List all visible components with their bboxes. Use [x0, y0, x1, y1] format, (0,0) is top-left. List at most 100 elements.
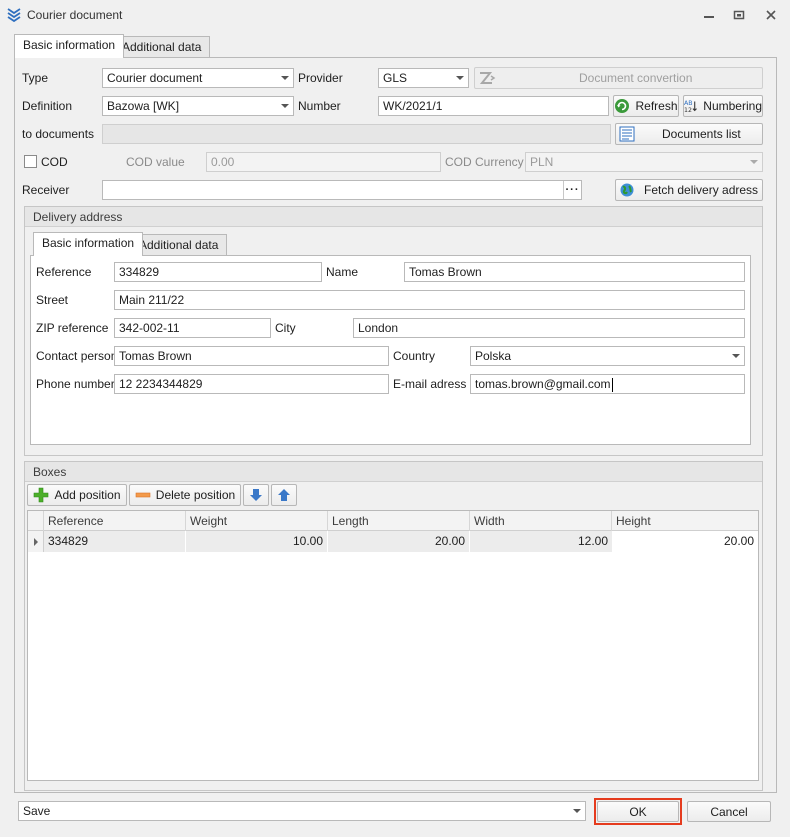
type-label: Type [22, 71, 49, 85]
cell-weight[interactable]: 10.00 [186, 531, 328, 552]
action-value: Save [23, 804, 51, 818]
name-label: Name [326, 265, 359, 279]
svg-text:AB: AB [684, 100, 693, 107]
street-label: Street [36, 293, 69, 307]
plus-icon [34, 487, 49, 503]
tab-additional-data[interactable]: Additional data [113, 36, 211, 58]
numbering-label: Numbering [703, 99, 762, 113]
boxes-title: Boxes [25, 462, 762, 482]
add-position-button[interactable]: Add position [27, 484, 127, 506]
chevron-down-icon[interactable] [277, 97, 293, 115]
close-icon[interactable] [764, 9, 778, 21]
arrow-down-icon [250, 489, 262, 501]
receiver-field[interactable] [102, 180, 582, 200]
cod-value-field[interactable]: 0.00 [206, 152, 441, 172]
restore-icon[interactable] [732, 9, 746, 21]
zip-reference-field[interactable]: 342-002-11 [114, 318, 271, 338]
delete-position-button[interactable]: Delete position [129, 484, 241, 506]
country-select[interactable]: Polska [470, 346, 745, 366]
grid-indicator-header [28, 511, 44, 531]
email-adress-field[interactable]: tomas.brown@gmail.com [470, 374, 745, 394]
number-field[interactable]: WK/2021/1 [378, 96, 609, 116]
provider-select[interactable]: GLS [378, 68, 469, 88]
to-documents-field[interactable] [102, 124, 611, 144]
cod-currency-label: COD Currency [445, 155, 524, 169]
delivery-address-title: Delivery address [25, 207, 762, 227]
reference-field[interactable]: 334829 [114, 262, 322, 282]
move-up-button[interactable] [271, 484, 297, 506]
contact-person-label: Contact person [36, 349, 118, 363]
refresh-button[interactable]: Refresh [613, 95, 679, 117]
type-select[interactable]: Courier document [102, 68, 294, 88]
fetch-delivery-adress-button[interactable]: Fetch delivery adress [615, 179, 763, 201]
convert-icon [479, 72, 496, 84]
country-label: Country [393, 349, 436, 363]
cod-value-label: COD value [126, 155, 185, 169]
chevron-down-icon[interactable] [728, 347, 744, 365]
phone-number-label: Phone number [36, 377, 115, 391]
column-header-height[interactable]: Height [612, 511, 758, 531]
city-label: City [275, 321, 296, 335]
cancel-button[interactable]: Cancel [687, 801, 771, 822]
documents-list-label: Documents list [662, 127, 741, 141]
chevron-down-icon[interactable] [746, 153, 762, 171]
definition-value: Bazowa [WK] [107, 99, 180, 113]
definition-label: Definition [22, 99, 73, 113]
delete-position-label: Delete position [155, 488, 236, 502]
numbering-button[interactable]: AB 12 Numbering [683, 95, 763, 117]
city-field[interactable]: London [353, 318, 745, 338]
title-bar: Courier document [0, 0, 790, 30]
cell-reference[interactable]: 334829 [44, 531, 186, 552]
column-header-length[interactable]: Length [328, 511, 470, 531]
ellipsis-icon[interactable] [563, 181, 581, 199]
cod-checkbox[interactable] [24, 155, 37, 168]
document-convertion-label: Document convertion [579, 71, 693, 85]
fetch-delivery-adress-label: Fetch delivery adress [644, 183, 759, 197]
app-logo-icon [7, 8, 21, 23]
arrow-up-icon [278, 489, 290, 501]
tab-basic-information[interactable]: Basic information [14, 34, 125, 58]
row-pointer-icon [33, 537, 38, 546]
numbering-icon: AB12 [684, 100, 697, 114]
table-row[interactable]: 334829 10.00 20.00 12.00 20.00 [28, 531, 758, 552]
refresh-icon [615, 99, 630, 113]
delivery-tab-additional-data[interactable]: Additional data [130, 234, 228, 256]
contact-person-field[interactable]: Tomas Brown [114, 346, 389, 366]
action-select[interactable]: Save [18, 801, 586, 821]
delivery-tab-basic-information[interactable]: Basic information [33, 232, 144, 256]
cell-height[interactable]: 20.00 [612, 531, 758, 552]
reference-label: Reference [36, 265, 92, 279]
cod-label: COD [41, 155, 68, 169]
email-adress-label: E-mail adress [393, 377, 467, 391]
document-convertion-button[interactable]: Document convertion [474, 67, 763, 89]
provider-label: Provider [298, 71, 343, 85]
chevron-down-icon[interactable] [569, 802, 585, 820]
cod-currency-value: PLN [530, 155, 554, 169]
column-header-weight[interactable]: Weight [186, 511, 328, 531]
chevron-down-icon[interactable] [452, 69, 468, 87]
move-down-button[interactable] [243, 484, 269, 506]
boxes-grid: Reference Weight Length Width Height 334… [27, 510, 759, 781]
documents-list-button[interactable]: Documents list [615, 123, 763, 145]
globe-icon [620, 183, 634, 197]
email-adress-value: tomas.brown@gmail.com [475, 377, 611, 391]
type-value: Courier document [107, 71, 203, 85]
chevron-down-icon[interactable] [277, 69, 293, 87]
svg-text:12: 12 [684, 107, 692, 114]
phone-number-field[interactable]: 12 2234344829 [114, 374, 389, 394]
column-header-reference[interactable]: Reference [44, 511, 186, 531]
name-field[interactable]: Tomas Brown [404, 262, 745, 282]
refresh-label: Refresh [635, 99, 678, 113]
country-value: Polska [475, 349, 512, 363]
cod-currency-select[interactable]: PLN [525, 152, 763, 172]
minimize-icon[interactable] [702, 9, 716, 21]
cell-length[interactable]: 20.00 [328, 531, 470, 552]
row-indicator[interactable] [28, 531, 44, 552]
definition-select[interactable]: Bazowa [WK] [102, 96, 294, 116]
ok-button[interactable]: OK [597, 801, 679, 822]
street-field[interactable]: Main 211/22 [114, 290, 745, 310]
provider-value: GLS [383, 71, 408, 85]
column-header-width[interactable]: Width [470, 511, 612, 531]
cell-width[interactable]: 12.00 [470, 531, 612, 552]
text-cursor [611, 377, 613, 392]
